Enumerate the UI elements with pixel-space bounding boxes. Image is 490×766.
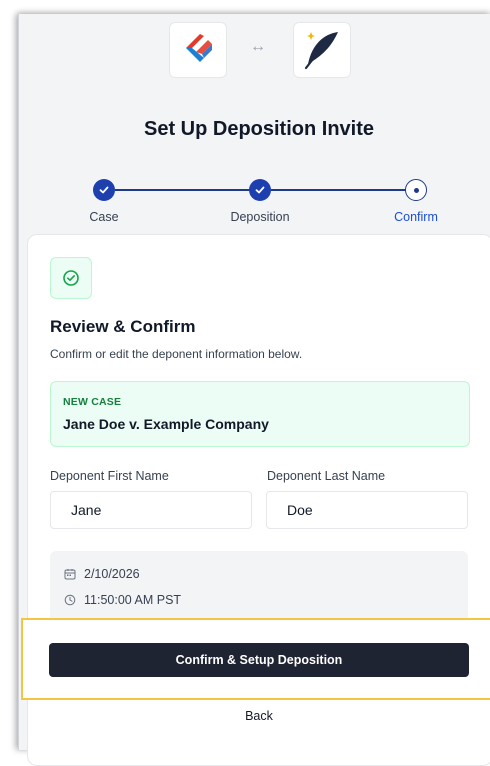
schedule-time: 11:50:00 AM PST — [84, 593, 182, 607]
calendar-icon — [64, 569, 76, 580]
schedule-date: 2/10/2026 — [84, 567, 140, 581]
step-deposition-complete-check-icon — [249, 179, 271, 201]
first-name-label: Deponent First Name — [50, 469, 169, 483]
check-circle-badge — [50, 257, 92, 299]
schedule-time-row: 11:50:00 AM PST — [64, 593, 181, 607]
clock-icon — [64, 594, 76, 606]
last-name-label: Deponent Last Name — [267, 469, 386, 483]
last-name-input[interactable] — [266, 491, 468, 529]
step-label-case: Case — [89, 210, 119, 224]
target-app-logo — [293, 22, 351, 78]
feather-quill-icon — [304, 32, 338, 70]
confirm-setup-deposition-button[interactable]: Confirm & Setup Deposition — [49, 643, 469, 677]
swap-arrows-icon: ↔ — [250, 38, 266, 55]
stepper-connector — [271, 189, 407, 191]
step-label-deposition: Deposition — [230, 210, 290, 224]
brand-arrows-icon — [186, 34, 212, 62]
step-confirm-current-icon — [405, 179, 427, 201]
review-title: Review & Confirm — [50, 317, 196, 336]
step-label-confirm: Confirm — [394, 210, 438, 224]
back-button[interactable]: Back — [219, 706, 299, 726]
schedule-date-row: 2/10/2026 — [64, 567, 140, 581]
case-summary: NEW CASE Jane Doe v. Example Company — [50, 381, 470, 447]
first-name-input[interactable] — [50, 491, 252, 529]
page-title: Set Up Deposition Invite — [143, 118, 375, 140]
case-name: Jane Doe v. Example Company — [63, 416, 269, 432]
check-circle-icon — [63, 270, 79, 286]
source-app-logo — [169, 22, 227, 78]
step-case-complete-check-icon — [93, 179, 115, 201]
review-subtitle: Confirm or edit the deponent information… — [50, 347, 303, 361]
stepper-connector — [115, 189, 251, 191]
case-label: NEW CASE — [63, 396, 122, 408]
app-window: ↔ Set Up Deposition Invite Case Depositi… — [18, 14, 490, 766]
